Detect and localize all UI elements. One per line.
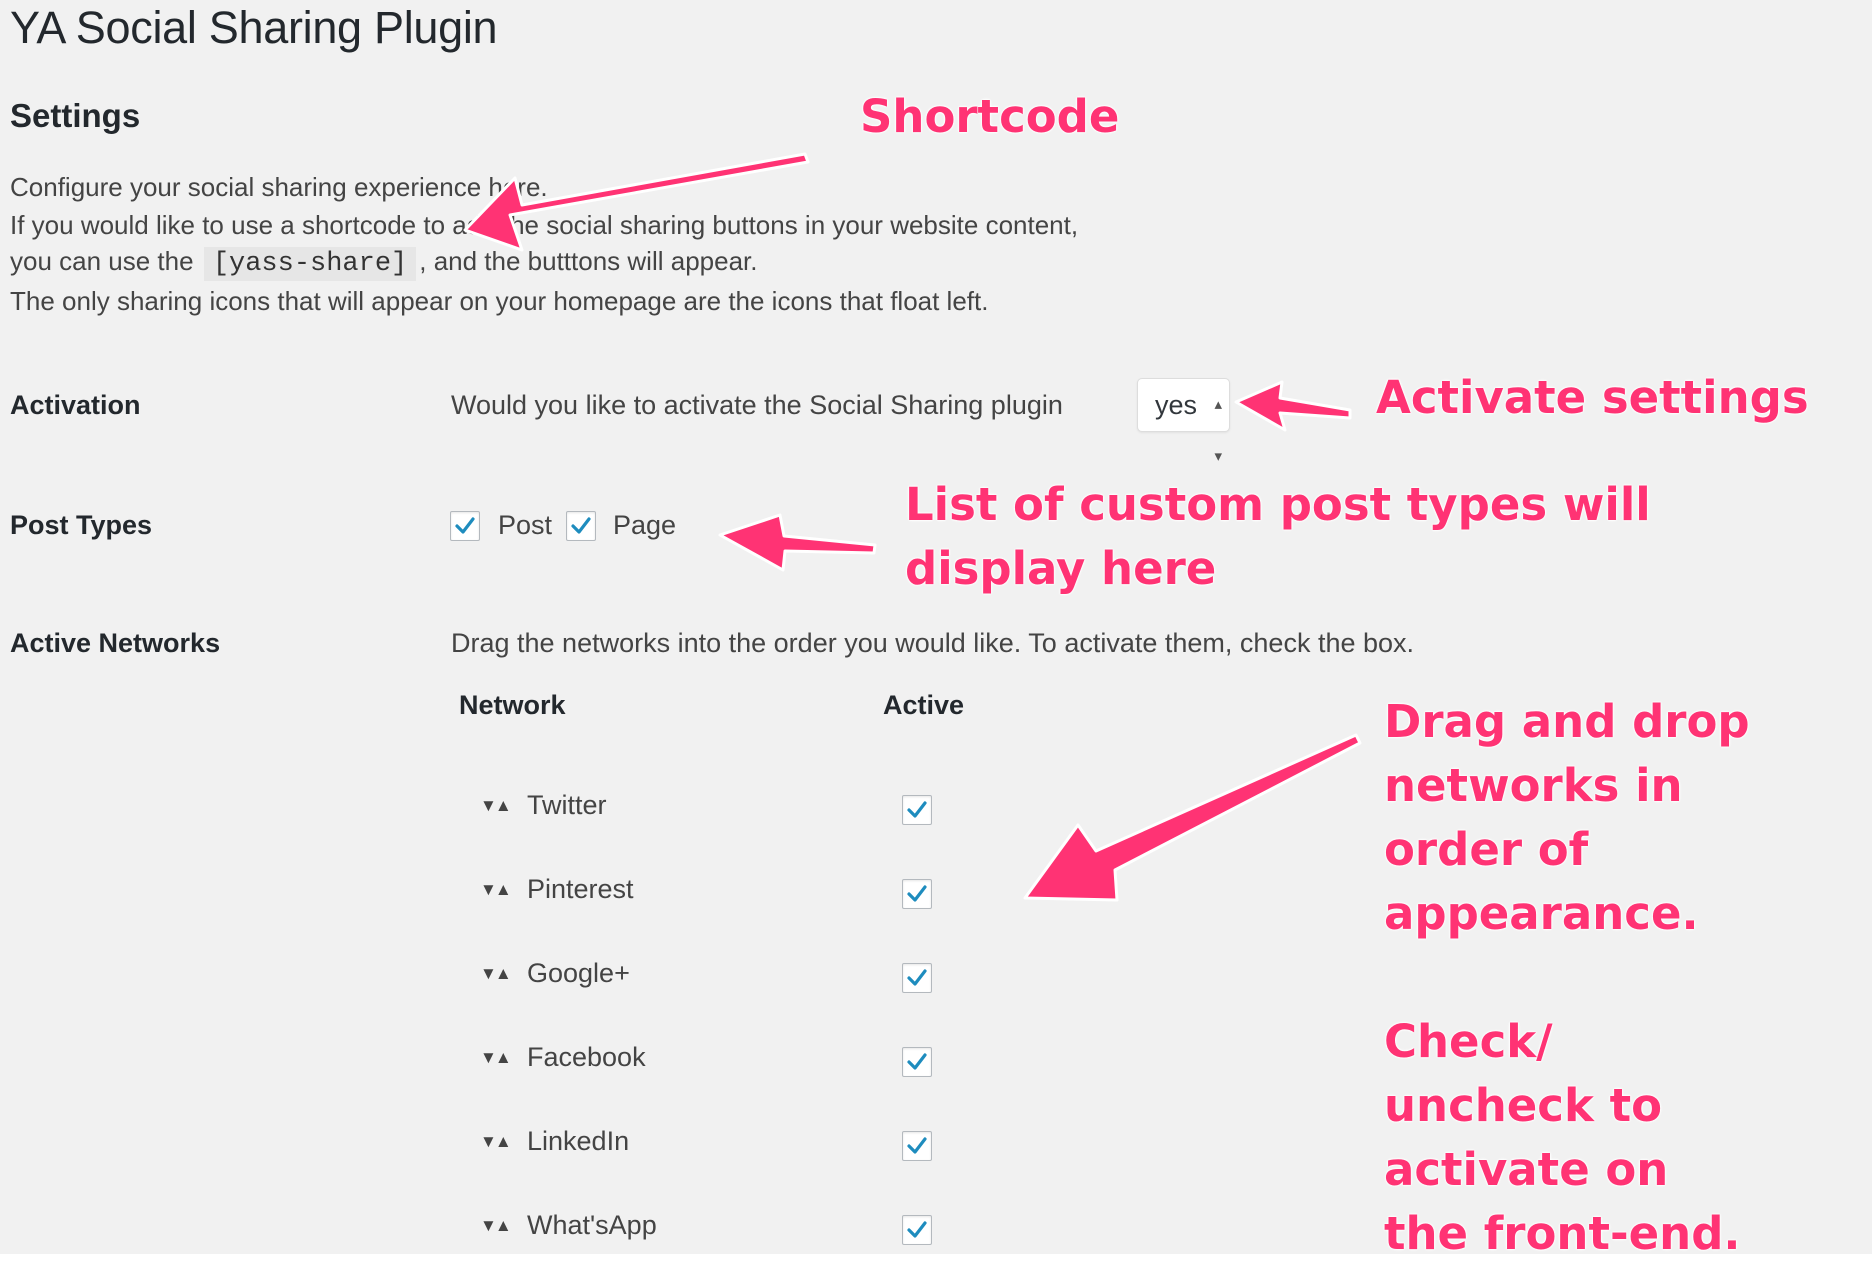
intro-line-3-after: , and the butttons will appear. — [419, 246, 758, 276]
network-active-checkbox[interactable] — [902, 1215, 932, 1245]
annotation-drag-line-2: networks in — [1384, 759, 1683, 812]
column-header-network: Network — [459, 690, 566, 720]
checkmark-icon — [907, 1137, 927, 1154]
network-name: What'sApp — [527, 1210, 657, 1240]
shortcode-code: [yass-share] — [203, 247, 417, 281]
intro-line-3: you can use the [yass-share], and the bu… — [10, 246, 758, 281]
annotation-activate: Activate settings — [1376, 371, 1809, 424]
column-header-active: Active — [883, 690, 965, 720]
network-active-checkbox[interactable] — [902, 1047, 932, 1077]
annotation-check-line-1: Check/ — [1384, 1015, 1553, 1068]
post-type-checkbox-page[interactable] — [566, 511, 596, 541]
network-name: LinkedIn — [527, 1126, 630, 1156]
activation-label: Activation — [10, 390, 141, 420]
checkmark-icon — [907, 1053, 927, 1070]
page-title: YA Social Sharing Plugin — [10, 2, 498, 53]
post-type-label-post: Post — [498, 510, 553, 540]
network-active-checkbox[interactable] — [902, 963, 932, 993]
network-active-checkbox[interactable] — [902, 1131, 932, 1161]
section-title: Settings — [10, 97, 141, 134]
intro-line-2: If you would like to use a shortcode to … — [10, 210, 1079, 240]
checkmark-icon — [571, 517, 591, 534]
annotation-drag-line-3: order of — [1384, 823, 1589, 876]
annotation-check-line-2: uncheck to — [1384, 1079, 1662, 1132]
post-types-label: Post Types — [10, 510, 153, 540]
annotation-check-line-4: the front-end. — [1384, 1207, 1741, 1260]
annotation-post-types-line-2: display here — [905, 542, 1217, 595]
active-networks-description: Drag the networks into the order you wou… — [451, 628, 1415, 658]
select-arrows-icon: ▴ ▾ — [1214, 396, 1222, 465]
annotation-shortcode: Shortcode — [860, 90, 1120, 143]
annotation-post-types-line-1: List of custom post types will — [905, 478, 1651, 531]
annotation-drag-line-1: Drag and drop — [1384, 695, 1750, 748]
activation-select-value: yes — [1155, 390, 1198, 420]
network-active-checkbox[interactable] — [902, 879, 932, 909]
intro-line-4: The only sharing icons that will appear … — [10, 286, 989, 316]
drag-handle-icon[interactable]: ▼▲ — [480, 964, 512, 984]
network-name: Google+ — [527, 958, 630, 988]
post-type-checkbox-post[interactable] — [450, 511, 480, 541]
active-networks-label: Active Networks — [10, 628, 221, 658]
settings-page: YA Social Sharing Plugin Settings Config… — [0, 0, 1872, 1254]
drag-handle-icon[interactable]: ▼▲ — [480, 880, 512, 900]
intro-line-3-before: you can use the — [10, 246, 194, 276]
checkmark-icon — [907, 885, 927, 902]
checkmark-icon — [907, 801, 927, 818]
drag-handle-icon[interactable]: ▼▲ — [480, 1048, 512, 1068]
post-type-label-page: Page — [613, 510, 677, 540]
intro-line-1: Configure your social sharing experience… — [10, 172, 548, 202]
activation-select[interactable]: yes ▴ ▾ — [1137, 378, 1230, 465]
network-active-checkbox[interactable] — [902, 795, 932, 825]
network-name: Pinterest — [527, 874, 634, 904]
checkmark-icon — [455, 517, 475, 534]
annotation-drag-line-4: appearance. — [1384, 887, 1699, 940]
drag-handle-icon[interactable]: ▼▲ — [480, 1132, 512, 1152]
annotation-check-line-3: activate on — [1384, 1143, 1669, 1196]
checkmark-icon — [907, 1221, 927, 1238]
drag-handle-icon[interactable]: ▼▲ — [480, 796, 512, 816]
network-name: Facebook — [527, 1042, 646, 1072]
checkmark-icon — [907, 969, 927, 986]
network-name: Twitter — [527, 790, 607, 820]
drag-handle-icon[interactable]: ▼▲ — [480, 1216, 512, 1236]
activation-question: Would you like to activate the Social Sh… — [451, 390, 1063, 420]
